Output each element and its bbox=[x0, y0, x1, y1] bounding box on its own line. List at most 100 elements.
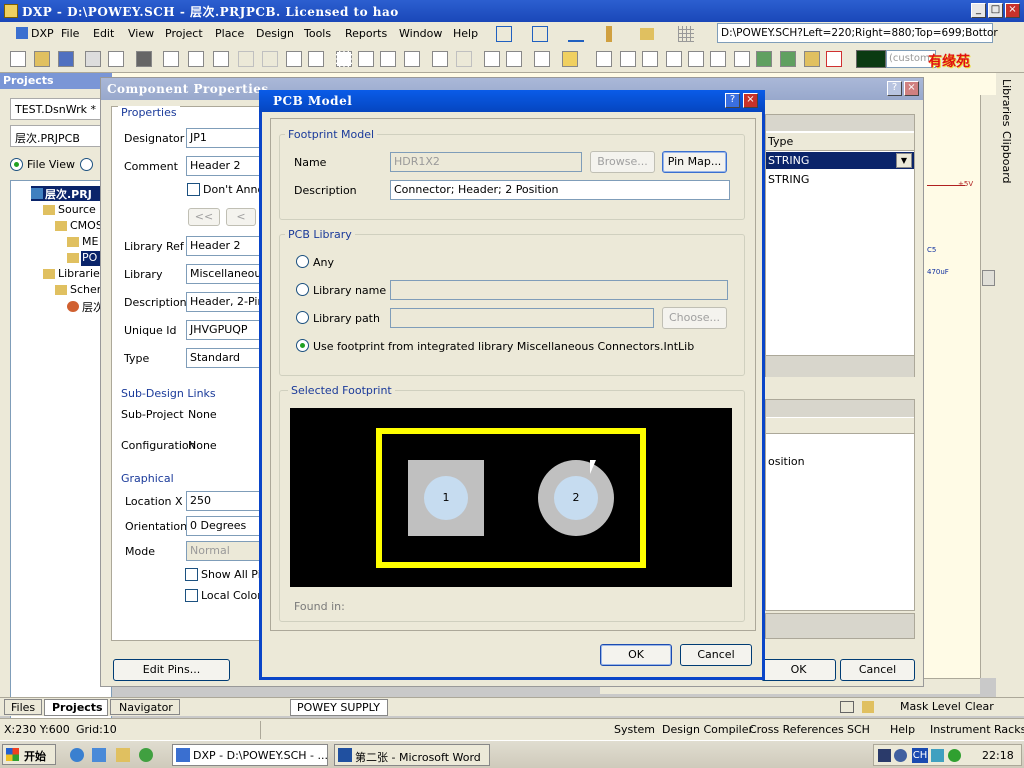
move-selection-icon[interactable] bbox=[380, 51, 396, 67]
ie-quicklaunch-icon[interactable] bbox=[70, 748, 84, 762]
pin-tool-icon[interactable] bbox=[606, 26, 612, 42]
tab-sheet-powey[interactable]: POWEY SUPPLY bbox=[290, 699, 388, 716]
first-part-button[interactable]: << bbox=[188, 208, 220, 226]
project-button[interactable]: 层次.PRJPCB bbox=[10, 125, 110, 147]
select-area-icon[interactable] bbox=[336, 51, 352, 67]
no-erc-icon[interactable] bbox=[826, 51, 842, 67]
undo-icon[interactable] bbox=[432, 51, 448, 67]
save-icon[interactable] bbox=[58, 51, 74, 67]
pcb-help-button[interactable]: ? bbox=[725, 93, 740, 108]
sch-panel-button[interactable]: SCH bbox=[847, 723, 870, 736]
pcb-ok-button[interactable]: OK bbox=[600, 644, 672, 666]
paste-icon[interactable] bbox=[286, 51, 302, 67]
library-path-radio[interactable] bbox=[296, 311, 309, 324]
open-icon[interactable] bbox=[34, 51, 50, 67]
language-indicator[interactable]: CH bbox=[912, 748, 928, 763]
bus-tool-icon[interactable] bbox=[532, 26, 548, 42]
tray-app-icon[interactable] bbox=[948, 749, 961, 762]
grid-row-selected[interactable]: STRING ▼ bbox=[766, 152, 914, 169]
menu-help[interactable]: Help bbox=[453, 27, 478, 40]
wire-tool-icon[interactable] bbox=[496, 26, 512, 42]
sheet-entry-icon[interactable] bbox=[780, 51, 796, 67]
footprint-preview[interactable]: 1 2 bbox=[290, 408, 732, 587]
mode-field[interactable]: Normal bbox=[186, 541, 261, 561]
move-icon[interactable] bbox=[358, 51, 374, 67]
integrated-library-radio[interactable] bbox=[296, 339, 309, 352]
file-view-radio[interactable] bbox=[10, 158, 23, 171]
any-radio[interactable] bbox=[296, 255, 309, 268]
comment-field[interactable]: Header 2 bbox=[186, 156, 261, 176]
choose-button[interactable]: Choose... bbox=[662, 307, 727, 329]
port-tool-icon[interactable] bbox=[640, 28, 654, 40]
local-colors-checkbox[interactable] bbox=[185, 589, 198, 602]
help-panel-button[interactable]: Help bbox=[890, 723, 915, 736]
menu-design[interactable]: Design bbox=[256, 27, 294, 40]
system-panel-button[interactable]: System bbox=[614, 723, 655, 736]
vertical-scrollbar[interactable] bbox=[980, 95, 996, 678]
tray-app-icon[interactable] bbox=[878, 749, 891, 762]
structure-view-radio[interactable] bbox=[80, 158, 93, 171]
menu-reports[interactable]: Reports bbox=[345, 27, 387, 40]
unique-id-field[interactable]: JHVGPUQP bbox=[186, 320, 261, 340]
footprint-name-field[interactable]: HDR1X2 bbox=[390, 152, 582, 172]
color-swatch[interactable] bbox=[856, 50, 886, 68]
tab-navigator[interactable]: Navigator bbox=[110, 699, 180, 715]
rubber-stamp-icon[interactable] bbox=[308, 51, 324, 67]
mask-level-button[interactable]: Mask Level bbox=[900, 700, 961, 713]
menu-project[interactable]: Project bbox=[165, 27, 203, 40]
print-icon[interactable] bbox=[85, 51, 101, 67]
mask-level-icon[interactable] bbox=[862, 701, 874, 713]
library-path-field[interactable] bbox=[390, 308, 654, 328]
start-button[interactable]: 开始 bbox=[2, 744, 56, 765]
menu-file[interactable]: File bbox=[61, 27, 79, 40]
library-field[interactable]: Miscellaneous bbox=[186, 264, 261, 284]
new-icon[interactable] bbox=[10, 51, 26, 67]
bus-icon[interactable] bbox=[620, 51, 636, 67]
document-path-combo[interactable]: D:\POWEY.SCH?Left=220;Right=880;Top=699;… bbox=[717, 23, 998, 43]
wire-icon[interactable] bbox=[596, 51, 612, 67]
vcc-icon[interactable] bbox=[710, 51, 726, 67]
ground-tool-icon[interactable] bbox=[568, 26, 584, 42]
hierarchy-icon[interactable] bbox=[484, 51, 500, 67]
deselect-icon[interactable] bbox=[404, 51, 420, 67]
ground-icon[interactable] bbox=[688, 51, 704, 67]
pcb-close-button[interactable]: × bbox=[743, 93, 758, 108]
clear-button[interactable]: Clear bbox=[965, 700, 994, 713]
ok-button[interactable]: OK bbox=[761, 659, 836, 681]
library-ref-field[interactable]: Header 2 bbox=[186, 236, 261, 256]
libraries-panel-tab[interactable]: Libraries bbox=[1000, 79, 1013, 127]
taskbar-item-dxp[interactable]: DXP - D:\POWEY.SCH - ... bbox=[172, 744, 328, 766]
scroll-thumb[interactable] bbox=[982, 270, 995, 286]
designator-field[interactable]: JP1 bbox=[186, 128, 261, 148]
grid-row[interactable]: STRING bbox=[766, 171, 914, 188]
instrument-racks-button[interactable]: Instrument Racks bbox=[930, 723, 1024, 736]
outlook-quicklaunch-icon[interactable] bbox=[92, 748, 106, 762]
bus-entry-icon[interactable] bbox=[642, 51, 658, 67]
chevron-down-icon[interactable]: ▼ bbox=[896, 153, 912, 168]
menu-view[interactable]: View bbox=[128, 27, 154, 40]
help-icon[interactable] bbox=[562, 51, 578, 67]
workspace-button[interactable]: TEST.DsnWrk * bbox=[10, 98, 110, 120]
tray-app-icon[interactable] bbox=[894, 749, 907, 762]
zoom-fit-icon[interactable] bbox=[163, 51, 179, 67]
cross-probe-icon[interactable] bbox=[506, 51, 522, 67]
design-compiler-button[interactable]: Design Compiler bbox=[662, 723, 753, 736]
part-icon[interactable] bbox=[734, 51, 750, 67]
menu-dxp[interactable]: DXP bbox=[31, 27, 54, 40]
location-x-field[interactable]: 250 bbox=[186, 491, 261, 511]
grid-tool-icon[interactable] bbox=[678, 26, 694, 42]
zoom-select-icon[interactable] bbox=[213, 51, 229, 67]
pcb-cancel-button[interactable]: Cancel bbox=[680, 644, 752, 666]
tray-app-icon[interactable] bbox=[931, 749, 944, 762]
menu-tools[interactable]: Tools bbox=[304, 27, 331, 40]
cross-references-button[interactable]: Cross References bbox=[749, 723, 844, 736]
close-button[interactable]: × bbox=[1005, 3, 1020, 18]
orientation-field[interactable]: 0 Degrees bbox=[186, 516, 261, 536]
clipboard-panel-tab[interactable]: Clipboard bbox=[1000, 131, 1013, 184]
minimize-button[interactable]: _ bbox=[971, 3, 986, 18]
tab-files[interactable]: Files bbox=[4, 699, 42, 715]
browse-button[interactable]: Browse... bbox=[590, 151, 655, 173]
menu-window[interactable]: Window bbox=[399, 27, 442, 40]
browse-library-icon[interactable] bbox=[534, 51, 550, 67]
menu-edit[interactable]: Edit bbox=[93, 27, 114, 40]
